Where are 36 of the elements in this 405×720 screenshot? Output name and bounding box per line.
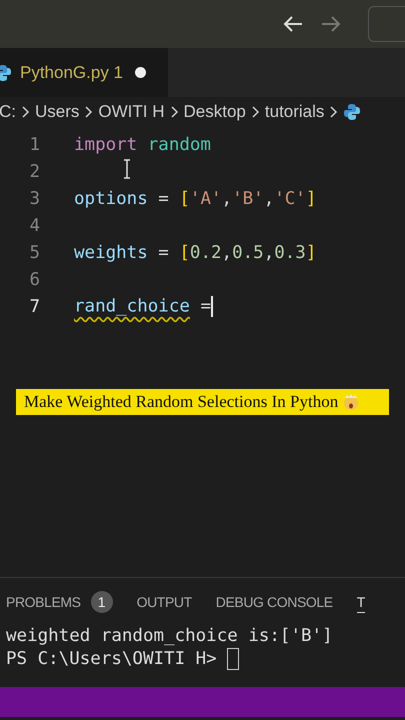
chevron-icon	[250, 105, 260, 119]
line-number: 2	[28, 162, 40, 182]
caption-text: Make Weighted Random Selections In Python	[24, 392, 338, 412]
line-number: 1	[28, 134, 40, 154]
code-line: import random	[74, 134, 211, 154]
search-field[interactable]	[368, 6, 405, 42]
terminal-line: weighted random_choice is:['B']	[6, 626, 333, 646]
code-line: rand_choice =	[74, 296, 213, 317]
breadcrumb-item[interactable]: Desktop	[184, 102, 246, 122]
editor-tab[interactable]: PythonG.py 1	[0, 48, 168, 97]
chevron-icon	[84, 105, 94, 119]
line-number: 4	[28, 216, 40, 236]
breadcrumb-item[interactable]: OWITI H	[98, 102, 165, 122]
python-icon	[343, 103, 362, 121]
chevron-icon	[21, 105, 30, 119]
terminal-cursor-icon	[226, 648, 239, 670]
breadcrumb-item[interactable]: Users	[35, 102, 80, 122]
breadcrumb-item[interactable]: tutorials	[264, 102, 324, 122]
terminal-line: PS C:\Users\OWITI H>	[6, 648, 217, 668]
unsaved-dot-icon	[135, 67, 146, 78]
chevron-icon	[170, 105, 179, 119]
line-number: 6	[28, 270, 40, 290]
line-number: 3	[28, 188, 40, 208]
panel-tab[interactable]: T	[356, 592, 365, 613]
panel-tab[interactable]: DEBUG CONSOLE	[216, 592, 333, 612]
line-number: 5	[28, 242, 40, 262]
code-line: options = ['A','B','C']	[74, 188, 316, 208]
code-line: weights = [0.2,0.5,0.3]	[74, 242, 316, 262]
back-arrow-icon[interactable]	[282, 15, 304, 33]
line-number: 7	[28, 296, 40, 316]
panel-tab[interactable]: OUTPUT	[136, 592, 192, 612]
text-cursor-icon	[122, 159, 132, 179]
emoji-icon	[342, 393, 360, 411]
chevron-icon	[329, 105, 338, 119]
panel-tab[interactable]: PROBLEMS 1	[6, 592, 113, 612]
breadcrumb-item[interactable]: C:	[0, 102, 16, 122]
